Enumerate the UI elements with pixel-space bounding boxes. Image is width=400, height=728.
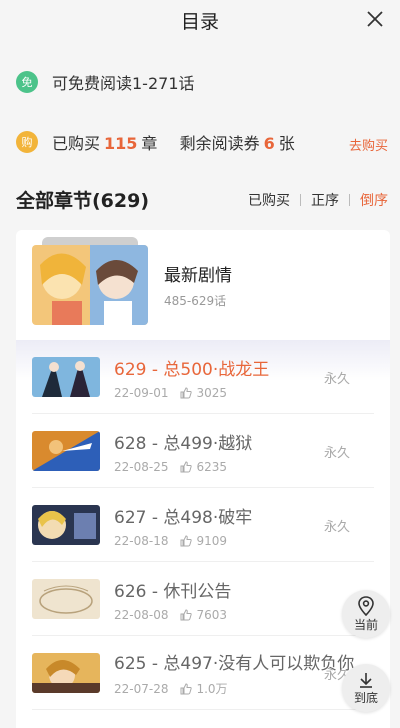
chapter-section-header: 全部章节(629) 已购买 正序 倒序 xyxy=(16,186,388,213)
chapter-date: 22-09-01 xyxy=(114,385,169,400)
chapter-item[interactable]: 628 - 总499·越狱 22-08-25 6235 永久 xyxy=(16,414,390,488)
thumbs-up-icon xyxy=(180,386,193,398)
sort-asc[interactable]: 正序 xyxy=(311,190,339,210)
chapter-item[interactable]: 625 - 总497·没有人可以欺负你 22-07-28 1.0万 永久 xyxy=(16,636,390,710)
chapter-access-status: 永久 xyxy=(323,446,350,461)
latest-cover xyxy=(32,237,148,325)
purchase-text: 已购买 115 章 剩余阅读券 6 张 xyxy=(52,130,295,154)
bought-count: 115 xyxy=(104,134,138,153)
row-divider xyxy=(32,709,374,710)
chapter-date: 22-08-18 xyxy=(114,533,169,548)
chapter-item[interactable]: 629 - 总500·战龙王 22-09-01 3025 永久 xyxy=(16,340,390,414)
thumbs-up-icon xyxy=(180,534,193,546)
chapter-likes: 6235 xyxy=(196,459,228,474)
thumbs-up-icon xyxy=(180,460,193,472)
page-title: 目录 xyxy=(180,10,219,33)
bought-unit: 章 xyxy=(141,134,158,153)
chapter-thumbnail xyxy=(32,431,100,471)
purchase-info: 购 已购买 115 章 剩余阅读券 6 张 xyxy=(16,130,295,154)
chapter-likes: 3025 xyxy=(196,385,228,400)
latest-range: 485-629话 xyxy=(164,294,227,308)
chapter-thumbnail xyxy=(32,579,100,619)
latest-cover-image xyxy=(32,245,148,325)
chapter-list: 最新剧情 485-629话 629 - 总500·战龙王 22-09-01 30… xyxy=(16,230,390,728)
chapter-access-status: 永久 xyxy=(323,372,350,387)
all-chapters-label: 全部章节(629) xyxy=(16,190,150,212)
purchase-badge-icon: 购 xyxy=(16,131,38,153)
thumbs-up-icon xyxy=(180,682,193,694)
bought-prefix: 已购买 xyxy=(52,134,101,153)
header-bar: 目录 xyxy=(0,0,400,40)
chapter-likes: 1.0万 xyxy=(196,682,228,696)
jump-current-button[interactable]: 当前 xyxy=(342,590,390,638)
free-read-text: 可免费阅读1-271话 xyxy=(52,74,195,93)
chapter-thumbnail xyxy=(32,653,100,693)
ticket-count: 6 xyxy=(263,134,275,153)
jump-bottom-button[interactable]: 到底 xyxy=(342,664,390,712)
ticket-unit: 张 xyxy=(278,134,295,153)
chapter-likes: 7603 xyxy=(196,607,228,622)
latest-title: 最新剧情 xyxy=(164,266,232,286)
chapter-item[interactable]: 627 - 总498·破牢 22-08-18 9109 永久 xyxy=(16,488,390,562)
close-icon[interactable] xyxy=(364,8,386,30)
free-read-info: 免 可免费阅读1-271话 xyxy=(16,70,195,94)
thumbs-up-icon xyxy=(180,608,193,620)
chapter-date: 22-07-28 xyxy=(114,681,169,696)
chapter-access-status: 永久 xyxy=(323,520,350,535)
chapter-likes: 9109 xyxy=(196,533,228,548)
chapter-date: 22-08-25 xyxy=(114,459,169,474)
filter-divider xyxy=(349,193,350,206)
arrow-down-to-line-icon xyxy=(360,672,372,688)
chapter-thumbnail xyxy=(32,357,100,397)
chapter-thumbnail xyxy=(32,505,100,545)
jump-current-label: 当前 xyxy=(353,617,378,632)
buy-link[interactable]: 去购买 xyxy=(349,135,388,154)
location-pin-icon xyxy=(358,595,374,616)
sort-desc[interactable]: 倒序 xyxy=(360,190,388,210)
latest-arc-item[interactable]: 最新剧情 485-629话 xyxy=(16,230,390,340)
filter-bought[interactable]: 已购买 xyxy=(248,190,290,210)
chapter-item[interactable]: 626 - 休刊公告 22-08-08 7603 xyxy=(16,562,390,636)
jump-bottom-label: 到底 xyxy=(353,690,378,705)
ticket-prefix: 剩余阅读券 xyxy=(179,134,260,153)
free-badge-icon: 免 xyxy=(16,71,38,93)
chapter-date: 22-08-08 xyxy=(114,607,169,622)
filter-divider xyxy=(300,193,301,206)
chapter-filters: 已购买 正序 倒序 xyxy=(248,190,388,210)
